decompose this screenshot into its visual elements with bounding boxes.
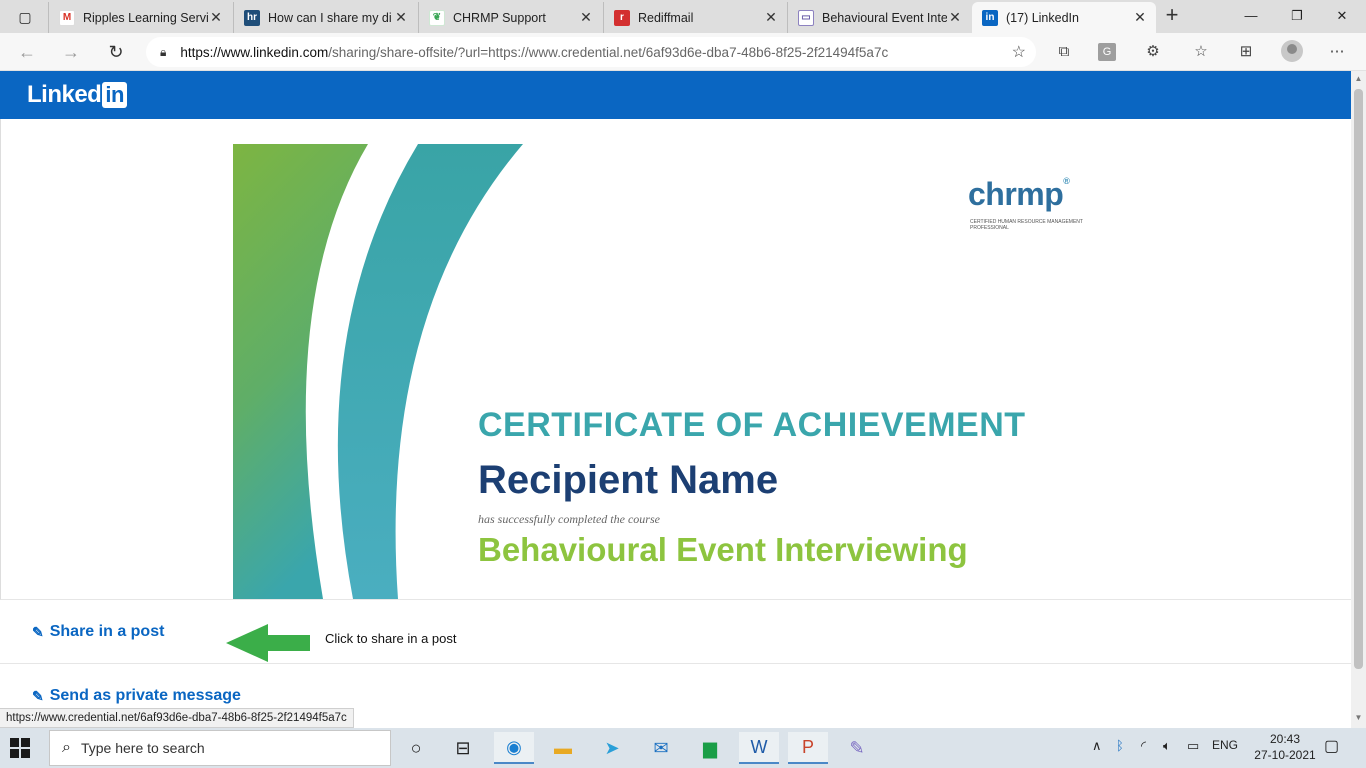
- green-arrow-left-icon: [226, 624, 310, 662]
- file-explorer-icon[interactable]: ▬: [543, 732, 583, 764]
- windows-start-icon[interactable]: [10, 738, 32, 758]
- new-tab-button[interactable]: +: [1160, 4, 1184, 28]
- cortana-icon[interactable]: ○: [396, 732, 436, 764]
- tab-title: (17) LinkedIn: [1006, 10, 1079, 25]
- scroll-down-icon[interactable]: ▼: [1354, 713, 1363, 722]
- close-tab-icon[interactable]: ✕: [578, 9, 594, 26]
- collections-2-icon[interactable]: ⊞: [1235, 42, 1257, 62]
- favorites-icon[interactable]: ☆: [1190, 42, 1212, 62]
- tab-hr[interactable]: hr How can I share my di ✕: [233, 2, 417, 33]
- linkedin-logo[interactable]: Linked in: [27, 81, 127, 109]
- scroll-up-icon[interactable]: ▲: [1354, 74, 1363, 83]
- more-menu-icon[interactable]: ⋯: [1326, 42, 1348, 62]
- workspaces-icon[interactable]: ▢: [8, 6, 42, 28]
- scrollbar-thumb[interactable]: [1354, 89, 1363, 669]
- tab-title: Behavioural Event Inte: [822, 10, 947, 25]
- tab-title: Ripples Learning Servi: [83, 10, 208, 25]
- chrmp-logo-subtitle: CERTIFIED HUMAN RESOURCE MANAGEMENT PROF…: [970, 219, 1083, 231]
- forward-button[interactable]: →: [58, 40, 84, 64]
- address-toolbar: ← → ↻ 🔒︎ https://www.linkedin.com /shari…: [0, 33, 1366, 71]
- edge-icon[interactable]: ◉: [494, 732, 534, 764]
- linkedin-icon: in: [982, 9, 998, 26]
- search-icon: ⌕: [62, 739, 71, 756]
- chrmp-registered-mark: ®: [1063, 176, 1070, 186]
- profile-avatar[interactable]: [1281, 40, 1303, 62]
- tray-expand-icon[interactable]: ∧: [1092, 738, 1102, 754]
- tab-linkedin[interactable]: in (17) LinkedIn ✕: [972, 2, 1156, 33]
- back-button[interactable]: ←: [14, 40, 40, 64]
- url-bar[interactable]: 🔒︎ https://www.linkedin.com /sharing/sha…: [146, 37, 1036, 67]
- paint-icon[interactable]: ✎: [837, 732, 877, 764]
- wifi-icon[interactable]: ◜: [1141, 738, 1146, 754]
- chat-app-icon[interactable]: ▆: [690, 732, 730, 764]
- restore-button[interactable]: ❐: [1277, 4, 1317, 28]
- taskbar-search[interactable]: ⌕ Type here to search: [49, 730, 391, 766]
- tab-chrmp-support[interactable]: ❦ CHRMP Support ✕: [418, 2, 602, 33]
- status-bar-url: https://www.credential.net/6af93d6e-dba7…: [0, 708, 354, 728]
- clock-time: 20:43: [1269, 732, 1301, 746]
- clock-date: 27-10-2021: [1254, 748, 1316, 762]
- lock-icon[interactable]: 🔒︎: [160, 45, 166, 60]
- logo-text: Linked: [27, 81, 102, 108]
- logo-in: in: [102, 82, 127, 108]
- notifications-icon[interactable]: ▢: [1324, 736, 1339, 756]
- close-tab-icon[interactable]: ✕: [947, 9, 963, 26]
- share-post-row: ✎ Share in a post: [0, 600, 1351, 664]
- certificate-recipient: Recipient Name: [478, 458, 779, 502]
- close-tab-icon[interactable]: ✕: [393, 9, 409, 26]
- chrmp-logo: chrmp®: [968, 176, 1070, 213]
- share-in-post-link[interactable]: ✎ Share in a post: [32, 623, 164, 641]
- url-path: /sharing/share-offsite/?url=https://www.…: [328, 44, 889, 60]
- url-host: https://www.linkedin.com: [180, 44, 329, 60]
- battery-icon[interactable]: ▭: [1187, 738, 1199, 754]
- language-indicator[interactable]: ENG: [1212, 738, 1238, 752]
- edit-icon: ✎: [32, 623, 44, 640]
- add-favorite-icon[interactable]: ☆: [1012, 42, 1026, 62]
- extensions-icon[interactable]: ⚙: [1142, 42, 1164, 62]
- close-window-button[interactable]: ✕: [1322, 4, 1362, 28]
- rediffmail-icon: r: [614, 9, 630, 26]
- word-icon[interactable]: W: [739, 732, 779, 764]
- linkedin-header: Linked in: [0, 71, 1351, 119]
- reload-button[interactable]: ↻: [103, 40, 129, 64]
- extension-g-icon[interactable]: G: [1098, 43, 1116, 61]
- close-tab-icon[interactable]: ✕: [763, 9, 779, 26]
- tab-title: How can I share my di: [268, 10, 392, 25]
- chrmp-logo-text: chrmp: [968, 176, 1064, 212]
- tab-behavioural-event[interactable]: ▭ Behavioural Event Inte ✕: [787, 2, 971, 33]
- tab-rediffmail[interactable]: r Rediffmail ✕: [603, 2, 787, 33]
- close-tab-icon[interactable]: ✕: [1132, 9, 1148, 26]
- windows-taskbar: ⌕ Type here to search ○ ⊟ ◉ ▬ ➤ ✉ ▆ W P …: [0, 728, 1366, 768]
- hr-icon: hr: [244, 9, 260, 26]
- task-view-icon[interactable]: ⊟: [443, 732, 483, 764]
- browser-tab-bar: ▢ M Ripples Learning Servi ✕ hr How can …: [0, 0, 1366, 33]
- tab-title: CHRMP Support: [453, 10, 546, 25]
- private-message-label: Send as private message: [49, 687, 241, 704]
- page-scrollbar[interactable]: ▲ ▼: [1351, 71, 1366, 728]
- search-placeholder: Type here to search: [80, 740, 205, 756]
- certificate-title: CERTIFICATE OF ACHIEVEMENT: [478, 406, 1026, 444]
- tab-title: Rediffmail: [638, 10, 694, 25]
- share-in-post-label: Share in a post: [49, 623, 165, 640]
- gmail-icon: M: [59, 9, 75, 26]
- edit-icon: ✎: [32, 687, 44, 704]
- telegram-icon[interactable]: ➤: [592, 732, 632, 764]
- collections-icon[interactable]: ⧉: [1053, 42, 1075, 62]
- powerpoint-icon[interactable]: P: [788, 732, 828, 764]
- close-tab-icon[interactable]: ✕: [208, 9, 224, 26]
- bluetooth-icon[interactable]: ᛒ: [1116, 738, 1124, 753]
- minimize-button[interactable]: —: [1231, 4, 1271, 28]
- certificate-subtitle: has successfully completed the course: [478, 512, 660, 526]
- send-private-message-link[interactable]: ✎ Send as private message: [32, 687, 241, 705]
- chrmp-support-icon: ❦: [429, 9, 445, 26]
- clock[interactable]: 20:43 27-10-2021: [1250, 731, 1320, 763]
- annotation-text: Click to share in a post: [325, 631, 457, 646]
- mail-icon: ▭: [798, 9, 814, 26]
- certificate-course: Behavioural Event Interviewing: [478, 531, 968, 568]
- tab-ripples[interactable]: M Ripples Learning Servi ✕: [48, 2, 232, 33]
- mail-app-icon[interactable]: ✉: [641, 732, 681, 764]
- volume-icon[interactable]: 🔈︎: [1163, 738, 1171, 754]
